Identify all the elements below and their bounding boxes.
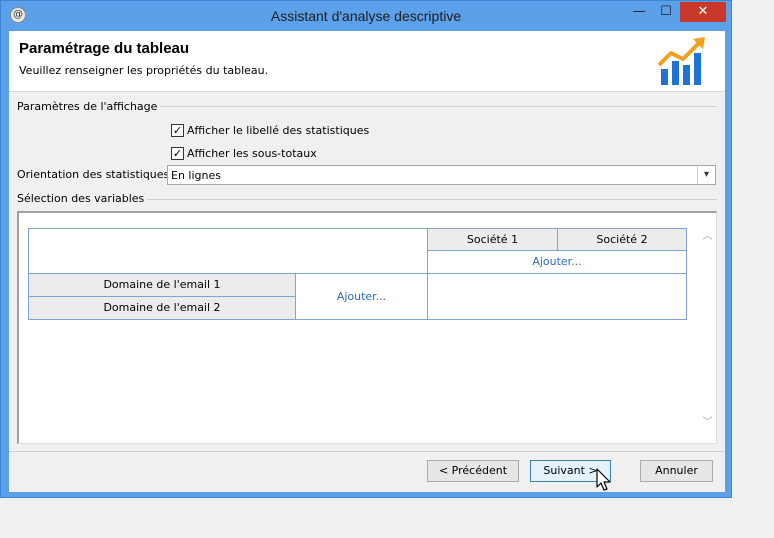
grid-corner-cell xyxy=(28,228,428,274)
column-header-societe-1[interactable]: Société 1 xyxy=(427,228,558,251)
chart-growth-icon xyxy=(657,37,705,85)
add-row-link[interactable]: Ajouter... xyxy=(295,273,428,320)
show-subtotals-option[interactable]: ✓ Afficher les sous-totaux xyxy=(171,145,317,161)
logo-bar-4 xyxy=(694,53,701,85)
logo-bar-3 xyxy=(683,65,690,85)
row-header-domaine-email-2[interactable]: Domaine de l'email 2 xyxy=(28,296,296,320)
chevron-down-icon[interactable]: ▾ xyxy=(697,166,715,184)
grid-data-cell xyxy=(427,273,687,320)
show-stat-labels-label: Afficher le libellé des statistiques xyxy=(187,123,370,137)
add-column-link[interactable]: Ajouter... xyxy=(427,250,687,274)
logo-bar-1 xyxy=(661,69,668,85)
title-bar[interactable]: @ Assistant d'analyse descriptive — ☐ ✕ xyxy=(1,1,731,31)
logo-bar-2 xyxy=(672,61,679,85)
scroll-up-icon[interactable]: ︿ xyxy=(699,228,716,245)
wizard-window: @ Assistant d'analyse descriptive — ☐ ✕ … xyxy=(0,0,732,498)
show-stat-labels-option[interactable]: ✓ Afficher le libellé des statistiques xyxy=(171,122,369,138)
display-section-label: Paramètres de l'affichage xyxy=(17,100,161,113)
maximize-button[interactable]: ☐ xyxy=(653,2,679,22)
variables-grid-panel: Société 1 Société 2 Ajouter... Domaine d… xyxy=(17,211,717,444)
column-header-societe-2[interactable]: Société 2 xyxy=(557,228,687,251)
orientation-label: Orientation des statistiques: xyxy=(17,168,173,181)
wizard-header: Paramétrage du tableau Veuillez renseign… xyxy=(9,31,725,92)
footer-divider xyxy=(9,451,725,452)
close-button[interactable]: ✕ xyxy=(680,2,726,22)
minimize-button[interactable]: — xyxy=(626,2,652,22)
grid-scrollbar[interactable]: ︿ ﹀ xyxy=(699,213,716,443)
page-title: Paramétrage du tableau xyxy=(19,40,190,57)
wizard-client-area: Paramétrage du tableau Veuillez renseign… xyxy=(9,31,725,492)
cancel-button[interactable]: Annuler xyxy=(640,460,713,482)
scroll-down-icon[interactable]: ﹀ xyxy=(699,414,716,431)
show-subtotals-checkbox[interactable]: ✓ xyxy=(171,146,184,160)
row-header-domaine-email-1[interactable]: Domaine de l'email 1 xyxy=(28,273,296,297)
previous-button[interactable]: < Précédent xyxy=(427,460,519,482)
window-title: Assistant d'analyse descriptive xyxy=(270,8,462,24)
mouse-pointer-icon xyxy=(596,468,611,491)
variables-section-label: Sélection des variables xyxy=(17,192,148,205)
page-subtitle: Veuillez renseigner les propriétés du ta… xyxy=(19,64,269,77)
show-subtotals-label: Afficher les sous-totaux xyxy=(187,146,317,160)
orientation-select[interactable]: En lignes ▾ xyxy=(167,165,716,185)
orientation-value: En lignes xyxy=(171,169,221,182)
show-stat-labels-checkbox[interactable]: ✓ xyxy=(171,123,184,137)
